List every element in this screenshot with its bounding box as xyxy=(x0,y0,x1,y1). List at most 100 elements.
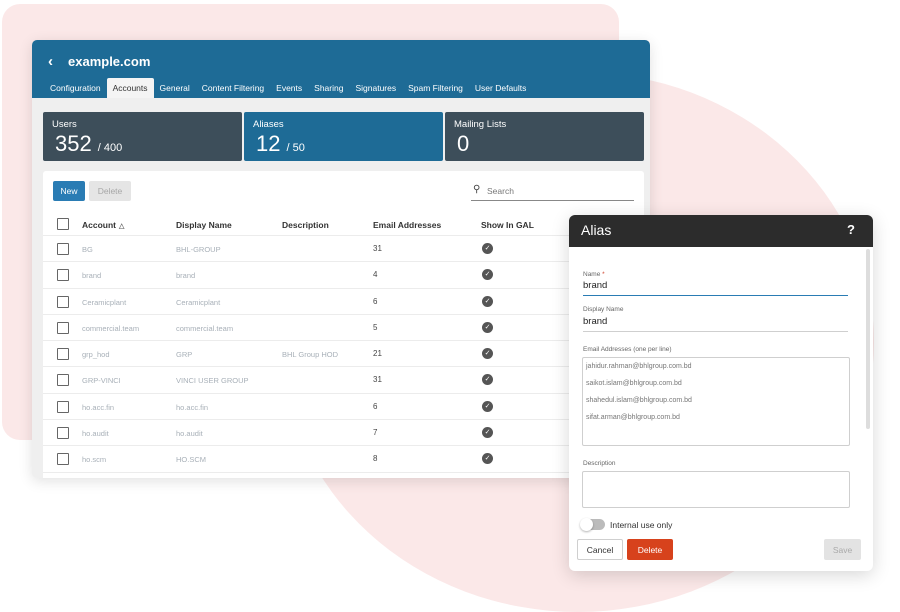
stat-label: Mailing Lists xyxy=(454,119,507,130)
table-row[interactable]: ho.acc.fin ho.acc.fin 6 ✓ xyxy=(43,392,644,419)
table-row[interactable]: BG BHL-GROUP 31 ✓ xyxy=(43,235,644,261)
column-show-in-gal[interactable]: Show In GAL xyxy=(481,220,534,230)
row-account: BG xyxy=(82,245,93,254)
tab-general[interactable]: General xyxy=(154,78,196,98)
row-checkbox[interactable] xyxy=(57,243,69,255)
stat-label: Aliases xyxy=(253,119,284,130)
column-description[interactable]: Description xyxy=(282,220,329,230)
tab-content-filtering[interactable]: Content Filtering xyxy=(196,78,270,98)
row-display-name: brand xyxy=(176,271,196,281)
column-account[interactable]: Account △ xyxy=(82,220,124,230)
table-row[interactable]: htehte6✓ xyxy=(43,471,644,478)
stat-max: / 400 xyxy=(97,142,123,154)
row-account: ho.acc.fin xyxy=(82,402,115,412)
check-circle-icon: ✓ xyxy=(482,374,493,386)
row-checkbox[interactable] xyxy=(57,348,69,361)
domain-header: ‹ example.com Configuration Accounts Gener… xyxy=(32,40,650,98)
email-address-line: jahidur.rahman@bhlgroup.com.bd xyxy=(586,363,692,370)
delete-button[interactable]: Delete xyxy=(89,181,131,201)
row-email-count: 6 xyxy=(373,296,378,306)
row-account: grp_hod xyxy=(82,350,110,360)
row-email-count: 21 xyxy=(373,349,382,359)
stat-value: 352 / 400 xyxy=(55,131,122,157)
row-checkbox[interactable] xyxy=(57,295,69,308)
row-account: ho.audit xyxy=(82,429,109,439)
table-body: BG BHL-GROUP 31 ✓ brand brand 4 ✓ Ceramicplant Ce… xyxy=(43,235,644,478)
column-display-name[interactable]: Display Name xyxy=(176,220,232,230)
row-email-count: 7 xyxy=(373,428,378,438)
stat-aliases[interactable]: Aliases 12 / 50 xyxy=(244,112,443,161)
row-description: BHL Group HOD xyxy=(282,350,338,360)
row-checkbox[interactable] xyxy=(57,321,69,334)
check-circle-icon: ✓ xyxy=(482,243,493,254)
new-button[interactable]: New xyxy=(53,181,85,201)
table-row[interactable]: grp_hod GRP BHL Group HOD 21 ✓ xyxy=(43,340,644,366)
email-address-line: saikot.islam@bhlgroup.com.bd xyxy=(586,380,682,387)
stat-value: 12 / 50 xyxy=(256,131,305,157)
help-icon[interactable]: ? xyxy=(847,222,855,237)
display-name-label: Display Name xyxy=(583,306,624,313)
row-email-count: 31 xyxy=(373,244,382,253)
row-checkbox[interactable] xyxy=(57,269,69,282)
dialog-footer: Cancel Delete Save xyxy=(569,536,873,571)
row-account: commercial.team xyxy=(82,323,140,333)
tab-configuration[interactable]: Configuration xyxy=(44,78,107,98)
table-row[interactable]: ho.scm HO.SCM 8 ✓ xyxy=(43,445,644,471)
row-account: brand xyxy=(82,271,102,281)
table-row[interactable]: commercial.team commercial.team 5 ✓ xyxy=(43,313,644,340)
domain-title: example.com xyxy=(68,54,151,69)
description-label: Description xyxy=(583,460,616,467)
search-icon: ⚲ xyxy=(473,184,481,195)
check-circle-icon: ✓ xyxy=(482,295,493,307)
tab-signatures[interactable]: Signatures xyxy=(349,78,402,98)
table-row[interactable]: Ceramicplant Ceramicplant 6 ✓ xyxy=(43,287,644,314)
tab-accounts[interactable]: Accounts xyxy=(106,78,154,98)
select-all-checkbox[interactable] xyxy=(57,218,69,230)
row-email-count: 8 xyxy=(373,454,378,464)
row-account: Ceramicplant xyxy=(82,297,127,307)
chevron-left-icon[interactable]: ‹ xyxy=(48,53,53,70)
row-checkbox[interactable] xyxy=(57,427,69,440)
tab-user-defaults[interactable]: User Defaults xyxy=(469,78,533,98)
stat-label: Users xyxy=(52,119,77,130)
name-field[interactable]: brand xyxy=(583,277,848,296)
row-checkbox[interactable] xyxy=(57,374,69,387)
row-email-count: 6 xyxy=(373,401,378,411)
display-name-field[interactable]: brand xyxy=(583,313,848,332)
stat-users[interactable]: Users 352 / 400 xyxy=(43,112,242,161)
email-addresses-field[interactable]: jahidur.rahman@bhlgroup.com.bd saikot.isl… xyxy=(582,357,850,446)
tab-sharing[interactable]: Sharing xyxy=(308,78,349,98)
column-email-addresses[interactable]: Email Addresses xyxy=(373,220,441,230)
aliases-panel: New Delete ⚲ Account△ Display Name Descr… xyxy=(43,171,644,478)
internal-use-toggle[interactable] xyxy=(580,518,605,531)
stat-mailing-lists[interactable]: Mailing Lists 0 xyxy=(445,112,644,161)
row-display-name: HO.SCM xyxy=(176,455,206,465)
tab-events[interactable]: Events xyxy=(270,78,308,98)
delete-alias-button[interactable]: Delete xyxy=(627,539,673,560)
check-circle-icon: ✓ xyxy=(482,269,493,281)
search-input[interactable] xyxy=(487,183,627,198)
internal-use-label: Internal use only xyxy=(610,520,673,530)
stats-bar: Users 352 / 400 Aliases 12 / 50 Mailing Lists 0 xyxy=(43,112,644,161)
check-circle-icon: ✓ xyxy=(482,453,493,465)
save-button[interactable]: Save xyxy=(824,539,861,560)
row-checkbox[interactable] xyxy=(57,400,69,413)
dialog-scrollbar[interactable] xyxy=(866,249,870,429)
description-field[interactable] xyxy=(582,471,850,508)
stat-count: 12 xyxy=(256,131,281,156)
tab-spam-filtering[interactable]: Spam Filtering xyxy=(402,78,469,98)
table-row[interactable]: brand brand 4 ✓ xyxy=(43,261,644,287)
alias-dialog: Alias ? Name * brand Display Name brand … xyxy=(569,215,873,571)
row-display-name: commercial.team xyxy=(176,323,234,333)
dialog-title: Alias xyxy=(581,222,612,238)
table-row[interactable]: GRP-VINCI VINCI USER GROUP 31 ✓ xyxy=(43,366,644,392)
stat-value: 0 xyxy=(457,131,469,157)
column-account-label: Account xyxy=(82,220,116,230)
row-display-name: GRP xyxy=(176,350,193,360)
cancel-button[interactable]: Cancel xyxy=(577,539,623,560)
table-row[interactable]: ho.audit ho.audit 7 ✓ xyxy=(43,419,644,445)
check-circle-icon: ✓ xyxy=(482,348,493,360)
row-display-name: ho.acc.fin xyxy=(176,402,209,412)
row-display-name: VINCI USER GROUP xyxy=(176,376,249,386)
row-checkbox[interactable] xyxy=(57,453,69,466)
